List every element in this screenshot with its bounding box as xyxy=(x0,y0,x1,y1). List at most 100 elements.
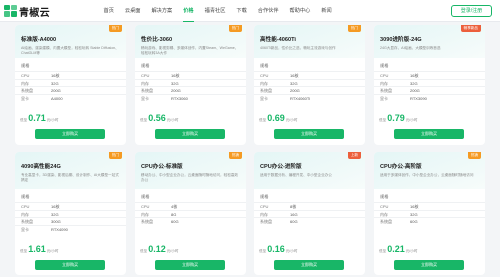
nav-pricing[interactable]: 价格 xyxy=(178,0,199,22)
spec-key: 系统盘 xyxy=(141,88,153,93)
nav-community[interactable]: 福青社区 xyxy=(199,0,231,22)
pricing-card: 畅享新品 3090进阶版-24G 24G大显存，AI绘画、大模型训练首选 规格 … xyxy=(374,25,485,145)
login-register-button[interactable]: 登录/注册 xyxy=(451,5,492,17)
spec-row: 系统盘 200G xyxy=(135,86,246,94)
spec-row: CPU 16核 xyxy=(374,202,485,210)
spec-key: 内存 xyxy=(260,80,268,86)
spec-key: 系统盘 xyxy=(141,219,153,224)
card-desc: 24G大显存，AI绘画、大模型训练首选 xyxy=(380,46,441,50)
price-value: 0.21 xyxy=(387,244,405,254)
price-value: 0.79 xyxy=(387,113,405,123)
buy-button[interactable]: 立即购买 xyxy=(35,260,105,270)
spec-key: 内存 xyxy=(260,211,268,217)
spec-value: RTX4090 xyxy=(51,226,68,232)
spec-row: 系统盘 200G xyxy=(15,86,126,94)
card-desc: 适用于多媒体创作、中小型企业办公，云桌面随时随地访问 xyxy=(380,173,474,177)
price-unit: 元/小时 xyxy=(405,249,418,253)
spec-key: 内存 xyxy=(21,80,29,86)
card-title: CPU办公-高阶版 xyxy=(380,164,422,170)
spec-key: 系统盘 xyxy=(260,88,272,93)
spec-key: 系统盘 xyxy=(260,219,272,224)
price-value: 0.16 xyxy=(267,244,285,254)
price-unit: 元/小时 xyxy=(46,118,59,122)
nav-help[interactable]: 帮助中心 xyxy=(284,0,316,22)
spec-heading: 规格 xyxy=(141,63,150,68)
spec-row: 显卡 A4000 xyxy=(15,93,126,102)
buy-button[interactable]: 立即购买 xyxy=(35,129,105,139)
spec-value: 60G xyxy=(410,219,418,224)
spec-key: 系统盘 xyxy=(380,219,392,224)
spec-value: 8G xyxy=(171,211,177,217)
buy-button[interactable]: 立即购买 xyxy=(274,260,344,270)
nav-partners[interactable]: 合作伙伴 xyxy=(252,0,284,22)
spec-row: CPU 16核 xyxy=(254,71,365,79)
price-prefix: 低至 xyxy=(20,118,28,122)
card-title: 标准版-A4000 xyxy=(21,37,57,43)
card-desc: 畅玩游戏、影视剪辑、多媒体创作，内置Steam、WeGame，轻松玩转3A大作 xyxy=(141,46,239,55)
spec-heading: 规格 xyxy=(380,194,389,199)
spec-row: 内存 16G xyxy=(254,209,365,218)
spec-row: CPU 8核 xyxy=(254,202,365,210)
nav-cloud-desktop[interactable]: 云桌面 xyxy=(119,0,146,22)
nav-home[interactable]: 首页 xyxy=(98,0,119,22)
spec-value: 16核 xyxy=(51,204,60,209)
spec-key: 系统盘 xyxy=(21,88,33,93)
nav-download[interactable]: 下载 xyxy=(231,0,252,22)
card-tag: 畅享新品 xyxy=(460,25,481,32)
card-desc: AI绘画、渲染建模、内置大模型，轻松玩转 Stable Diffusion、Ch… xyxy=(21,46,119,55)
buy-button[interactable]: 立即购买 xyxy=(394,129,464,139)
buy-button[interactable]: 立即购买 xyxy=(155,260,225,270)
spec-value: 16核 xyxy=(290,73,299,78)
price-unit: 元/小时 xyxy=(166,118,179,122)
price-prefix: 低至 xyxy=(259,118,267,122)
spec-value: RTX4060Ti xyxy=(290,95,311,101)
spec-key: 内存 xyxy=(380,80,388,86)
spec-value: 16核 xyxy=(51,73,60,78)
price-value: 1.61 xyxy=(28,244,46,254)
logo-icon xyxy=(4,5,17,17)
price-value: 0.69 xyxy=(267,113,285,123)
spec-row: 内存 8G xyxy=(135,209,246,218)
spec-row: 内存 32G xyxy=(374,78,485,87)
spec-value: 300G xyxy=(51,219,61,224)
pricing-card: 热门 标准版-A4000 AI绘画、渲染建模、内置大模型，轻松玩转 Stable… xyxy=(15,25,126,145)
buy-button[interactable]: 立即购买 xyxy=(155,129,225,139)
price-unit: 元/小时 xyxy=(285,118,298,122)
nav-solutions[interactable]: 解决方案 xyxy=(146,0,178,22)
spec-key: 内存 xyxy=(141,80,149,86)
top-header: 青椒云 首页 云桌面 解决方案 价格 福青社区 下载 合作伙伴 帮助中心 新闻 … xyxy=(0,0,500,22)
nav-news[interactable]: 新闻 xyxy=(316,0,337,22)
spec-value: 16G xyxy=(290,211,298,217)
spec-value: 8核 xyxy=(290,204,297,209)
price-value: 0.12 xyxy=(148,244,166,254)
spec-row: 显卡 RTX4090 xyxy=(15,224,126,233)
price-unit: 元/小时 xyxy=(285,249,298,253)
spec-row: 内存 32G xyxy=(135,78,246,87)
card-desc: 专业高显卡，3D渲染、影视后期、设计制作、AI大模型一站式搞定 xyxy=(21,173,119,182)
main-nav: 首页 云桌面 解决方案 价格 福青社区 下载 合作伙伴 帮助中心 新闻 xyxy=(98,0,337,22)
spec-value: 32G xyxy=(410,211,418,217)
spec-value: 200G xyxy=(171,88,181,93)
spec-key: 显卡 xyxy=(21,95,29,101)
buy-button[interactable]: 立即购买 xyxy=(274,129,344,139)
spec-key: CPU xyxy=(380,204,389,209)
spec-key: CPU xyxy=(380,73,389,78)
pricing-card: 热销 CPU办公-标准版 移动办公、中小型企业办公，云桌面随时随地访问，轻松高效… xyxy=(135,152,246,275)
buy-button[interactable]: 立即购买 xyxy=(394,260,464,270)
brand-logo[interactable]: 青椒云 xyxy=(4,4,50,19)
spec-value: 60G xyxy=(290,219,298,224)
card-title: 性价比-3060 xyxy=(141,37,173,43)
spec-row: 系统盘 60G xyxy=(254,217,365,225)
spec-row: CPU 4核 xyxy=(135,202,246,210)
card-title: 3090进阶版-24G xyxy=(380,37,422,43)
spec-row: 显卡 RTX3060 xyxy=(135,93,246,102)
spec-row: 内存 32G xyxy=(374,209,485,218)
spec-value: 200G xyxy=(51,88,61,93)
spec-key: 系统盘 xyxy=(21,219,33,224)
card-desc: 4060Ti新品，性价比之选，畅玩主流游戏与创作 xyxy=(260,46,336,50)
spec-row: CPU 16核 xyxy=(15,202,126,210)
spec-key: CPU xyxy=(260,204,269,209)
price-unit: 元/小时 xyxy=(405,118,418,122)
spec-heading: 规格 xyxy=(21,194,30,199)
spec-key: CPU xyxy=(21,73,30,78)
